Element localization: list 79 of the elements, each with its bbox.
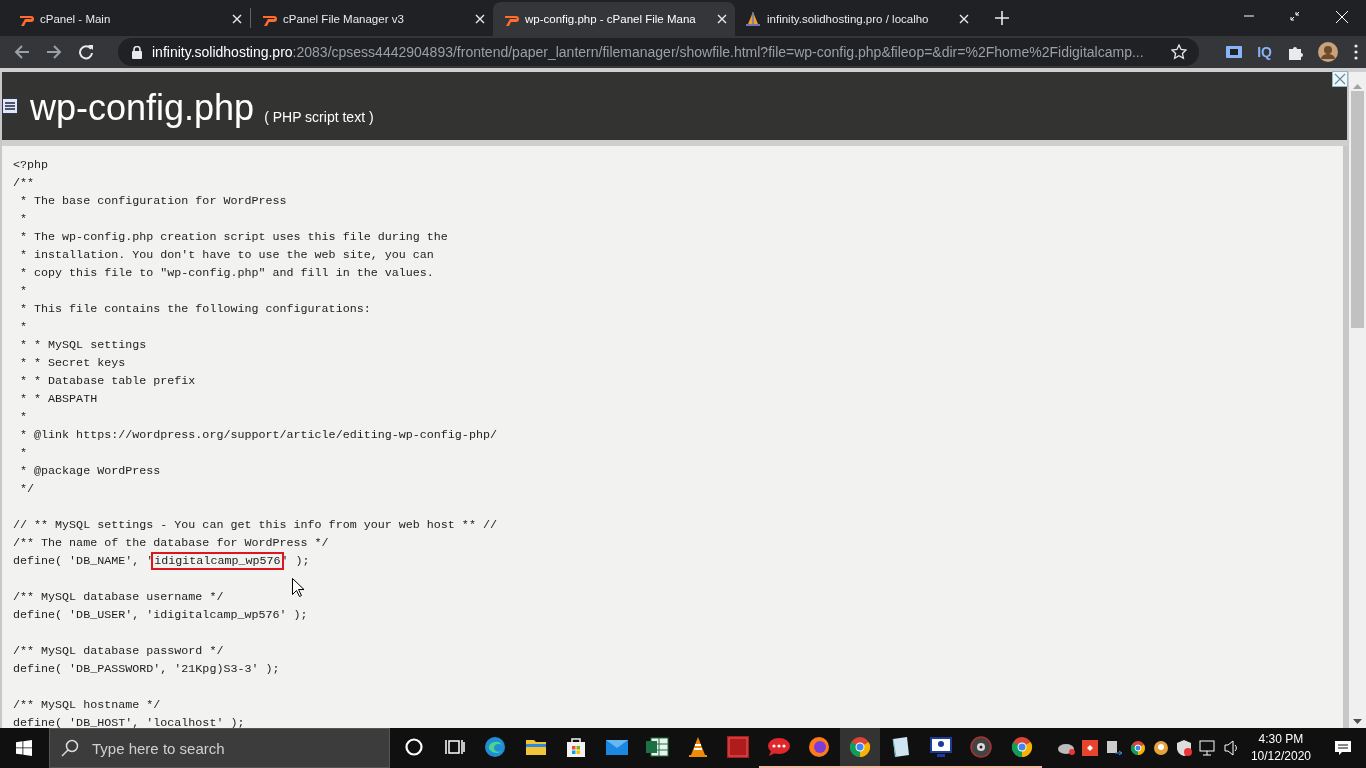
shield-icon[interactable] [1175,740,1192,756]
mouse-pointer-icon [292,578,304,597]
speaker-icon[interactable] [1223,740,1240,756]
search-field[interactable]: Type here to search [49,728,390,768]
browser-tab[interactable]: infinity.solidhosting.pro / localho [735,2,977,36]
browser-tab[interactable]: cPanel - Main [8,2,250,36]
monitor-icon [928,735,953,759]
code-line: <?php [13,157,50,174]
extension-button[interactable]: IQ [1257,44,1272,60]
windows-logo-icon [16,740,32,756]
code-line: */ [19,481,36,498]
avatar-icon[interactable] [1318,42,1338,62]
printer-icon[interactable] [1104,740,1123,756]
code-line: * * ABSPATH [19,391,99,408]
code-line: * installation. You don't have to use the web site, you can [19,247,435,264]
close-button[interactable] [1332,71,1348,87]
code-line: * [19,211,29,228]
back-arrow-icon[interactable] [14,44,30,60]
chrome-icon[interactable] [1129,740,1146,756]
code-line: * @link https://wordpress.org/support/article/editing-wp-config-php/ [19,427,498,444]
close-icon[interactable] [717,14,727,24]
code-line: * [19,409,29,426]
more-menu-icon[interactable] [1354,44,1358,60]
close-icon[interactable] [232,14,242,24]
browser-tab[interactable]: wp-config.php - cPanel File Mana [493,2,735,36]
star-icon[interactable] [1171,44,1188,60]
disc-icon [969,735,994,759]
task-view-icon [444,738,465,756]
chrome-icon [847,735,872,759]
code-line: define( 'DB_PASSWORD', '21Kpg)S3-3' ); [13,661,281,678]
code-line: * [19,283,29,300]
sailboat-icon [745,11,761,27]
cloud-icon[interactable] [1056,741,1075,755]
code-line: /** MySQL hostname */ [13,697,162,714]
taskbar-app-button[interactable] [839,728,880,768]
code-line: /** MySQL database password */ [13,643,225,660]
code-line: * * MySQL settings [19,337,148,354]
screen-icon[interactable] [1225,43,1244,61]
code-line: define( 'DB_HOST', 'localhost' ); [13,715,246,728]
notification-icon[interactable] [1334,740,1352,756]
code-line: /** [13,175,36,192]
code-line: define( 'DB_NAME', 'idigitalcamp_wp576' ); [13,553,311,570]
code-line: * The wp-config.php creation script uses this file during the [19,229,449,246]
close-icon[interactable] [959,14,969,24]
browser-tab[interactable]: cPanel File Manager v3 [251,2,493,36]
chrome-icon [1009,735,1034,759]
search-icon [61,739,79,757]
file-type-icon [2,98,18,114]
lock-icon [132,45,142,59]
code-line: * * Secret keys [19,355,127,372]
spreadsheet-icon [645,735,670,759]
code-line: * [19,319,29,336]
badge-icon[interactable] [1152,740,1169,756]
app-tray-icon[interactable] [1081,740,1098,756]
reload-icon[interactable] [78,44,94,60]
speech-bubble-icon [766,735,791,759]
new-tab-icon[interactable] [995,11,1009,25]
code-line: * This file contains the following configurations: [19,301,372,318]
code-line: define( 'DB_USER', 'idigitalcamp_wp576' ); [13,607,309,624]
clock[interactable]: 4:30 PM 10/12/2020 [1250,731,1311,765]
network-icon[interactable] [1198,740,1217,756]
app-tile-icon [726,735,751,759]
forward-arrow-icon[interactable] [46,44,62,60]
code-line: * @package WordPress [19,463,162,480]
code-line: * [19,445,29,462]
scroll-down-icon[interactable] [1353,719,1362,724]
code-line: * * Database table prefix [19,373,197,390]
code-line: // ** MySQL settings - You can get this info from your web host ** // [13,517,498,534]
circle-icon [405,738,424,756]
close-icon[interactable] [475,14,485,24]
swirl-icon [483,735,508,759]
url-text: infinity.solidhosting.pro:2083/cpsess4442904893/frontend/paper_lantern/filemanager/showfile.html?file=wp-config.php&fileop=&dir=%2Fhome%2Fidigitalcamp... [152,44,1145,60]
file-title: wp-config.php [30,88,255,128]
code-line: * copy this file to "wp-config.php" and fill in the values. [19,265,435,282]
code-line: /** The name of the database for WordPress */ [13,535,330,552]
address-bar[interactable]: infinity.solidhosting.pro:2083/cpsess4442904893/frontend/paper_lantern/filemanager/showfile.html?file=wp-config.php&fileop=&dir=%2Fhome%2Fidigitalcamp... [118,38,1200,66]
code-line: /** MySQL database username */ [13,589,225,606]
code-line: * The base configuration for WordPress [19,193,288,210]
file-type-label: ( PHP script text ) [264,109,374,125]
